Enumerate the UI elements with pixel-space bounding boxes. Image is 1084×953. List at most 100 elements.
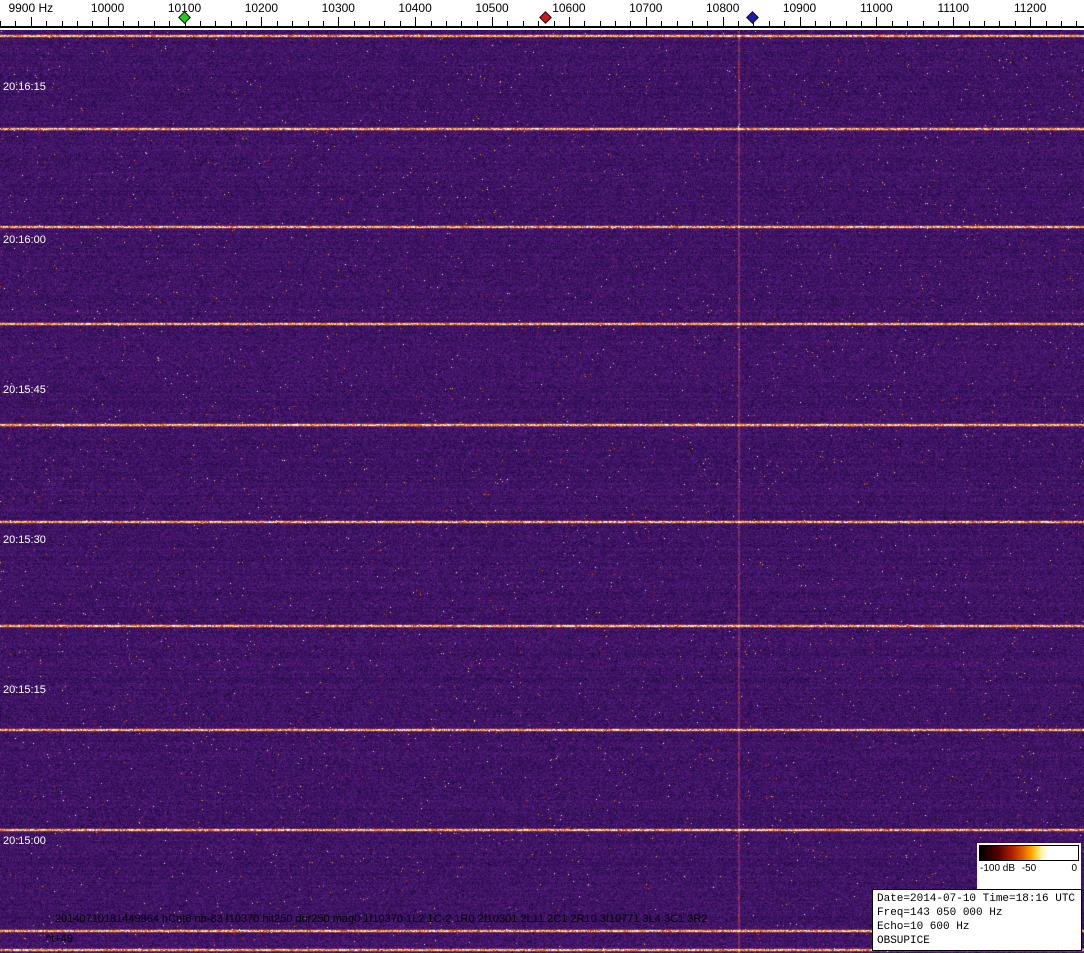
ruler-minor-tick: [430, 21, 432, 26]
ruler-minor-tick: [138, 21, 140, 26]
freq-label-10500: 10500: [475, 1, 509, 15]
ruler-minor-tick: [276, 21, 278, 26]
freq-label-11000: 11000: [860, 1, 893, 15]
freq-label-10900: 10900: [782, 1, 817, 15]
ruler-minor-tick: [584, 21, 586, 26]
ruler-minor-tick: [707, 21, 709, 26]
marker-blue-diamond[interactable]: [746, 11, 760, 24]
ruler-minor-tick: [1045, 21, 1047, 26]
freq-label-10600: 10600: [552, 1, 586, 15]
ruler-minor-tick: [322, 21, 324, 26]
ruler-major-tick: [876, 17, 878, 26]
freq-label-11200: 11200: [1013, 1, 1047, 15]
ruler-minor-tick: [999, 21, 1001, 26]
ruler-major-tick: [30, 17, 32, 26]
freq-label-10200: 10200: [244, 1, 279, 15]
ruler-minor-tick: [1060, 21, 1062, 26]
ruler-minor-tick: [15, 21, 17, 26]
ruler-minor-tick: [738, 21, 739, 26]
freq-label-10000: 10000: [90, 1, 125, 15]
ruler-minor-tick: [922, 21, 924, 26]
meteor-spectrogram-app: 9900 Hz 10000 10100 10200 10300 10400 10500 106…: [0, 0, 1084, 953]
freq-label-9900: 9900 Hz: [8, 1, 54, 15]
frequency-ruler: 9900 Hz 10000 10100 10200 10300 10400 10500 106…: [0, 0, 1084, 30]
colorbar-label-max: 0: [1071, 863, 1077, 874]
freq-label-10300: 10300: [321, 1, 355, 15]
info-box: Date=2014-07-10 Time=18:16 UTC Freq=143 …: [872, 889, 1082, 951]
ruler-major-tick: [107, 17, 109, 26]
ruler-baseline: [0, 26, 1084, 28]
ruler-minor-tick: [968, 21, 970, 26]
ruler-minor-tick: [445, 21, 447, 26]
ruler-minor-tick: [476, 21, 478, 26]
ruler-major-tick: [261, 17, 263, 26]
marker-red-diamond[interactable]: [538, 11, 552, 24]
ruler-minor-tick: [630, 21, 632, 26]
ruler-minor-tick: [169, 21, 171, 26]
ruler-minor-tick: [246, 21, 247, 26]
ruler-minor-tick: [153, 21, 155, 26]
ruler-minor-tick: [461, 21, 463, 26]
ruler-minor-tick: [399, 21, 401, 26]
ruler-minor-tick: [891, 21, 893, 26]
colorbar-gradient: [979, 845, 1079, 861]
ruler-minor-tick: [199, 21, 201, 26]
ruler-minor-tick: [507, 21, 509, 26]
ruler-minor-tick: [230, 21, 232, 26]
ruler-major-tick: [415, 17, 417, 26]
ruler-major-tick: [722, 17, 724, 26]
ruler-minor-tick: [937, 21, 939, 26]
ruler-minor-tick: [661, 21, 663, 26]
ruler-minor-tick: [691, 21, 693, 26]
ruler-major-tick: [799, 17, 801, 26]
freq-label-10700: 10700: [629, 1, 663, 15]
ruler-minor-tick: [215, 21, 217, 26]
ruler-minor-tick: [369, 21, 370, 26]
ruler-major-tick: [645, 17, 647, 26]
detection-log-text: 20140710181449864 hCnt6 nb-83 f10370 hit…: [55, 913, 708, 925]
ruler-minor-tick: [522, 21, 524, 26]
ruler-major-tick: [1030, 17, 1032, 26]
ruler-minor-tick: [292, 21, 294, 26]
ruler-minor-tick: [123, 21, 124, 26]
ruler-minor-tick: [845, 21, 847, 26]
ruler-minor-tick: [814, 21, 816, 26]
ruler-minor-tick: [61, 21, 63, 26]
colorbar: -100 dB -50 0: [977, 843, 1081, 889]
cursor-offset-text: ^t+49: [46, 933, 73, 945]
info-echo-line: Echo=10 600 Hz: [877, 921, 970, 933]
ruler-minor-tick: [784, 21, 786, 26]
ruler-minor-tick: [830, 21, 832, 26]
ruler-minor-tick: [1014, 21, 1016, 26]
ruler-minor-tick: [538, 21, 540, 26]
ruler-minor-tick: [907, 21, 909, 26]
spectrogram-canvas[interactable]: [0, 30, 1084, 953]
colorbar-labels: -100 dB -50 0: [979, 863, 1079, 876]
freq-label-10800: 10800: [706, 1, 740, 15]
freq-label-10400: 10400: [398, 1, 432, 15]
ruler-minor-tick: [353, 21, 355, 26]
ruler-major-tick: [338, 17, 340, 26]
ruler-minor-tick: [1076, 21, 1078, 26]
colorbar-label-mid: -50: [1021, 863, 1037, 874]
info-station-line: OBSUPICE: [877, 935, 930, 947]
ruler-minor-tick: [861, 21, 862, 26]
ruler-minor-tick: [615, 21, 616, 26]
ruler-minor-tick: [553, 21, 555, 26]
ruler-minor-tick: [984, 21, 986, 26]
ruler-minor-tick: [676, 21, 678, 26]
colorbar-label-min: -100 dB: [980, 863, 1016, 874]
ruler-minor-tick: [76, 21, 78, 26]
ruler-major-tick: [492, 17, 493, 26]
ruler-major-tick: [953, 17, 955, 26]
ruler-minor-tick: [307, 21, 309, 26]
info-date-line: Date=2014-07-10 Time=18:16 UTC: [877, 893, 1076, 905]
ruler-major-tick: [568, 17, 570, 26]
ruler-minor-tick: [384, 21, 386, 26]
ruler-minor-tick: [46, 21, 48, 26]
ruler-minor-tick: [768, 21, 770, 26]
ruler-minor-tick: [0, 21, 1, 26]
ruler-minor-tick: [599, 21, 601, 26]
info-freq-line: Freq=143 050 000 Hz: [877, 907, 1003, 919]
ruler-minor-tick: [92, 21, 94, 26]
